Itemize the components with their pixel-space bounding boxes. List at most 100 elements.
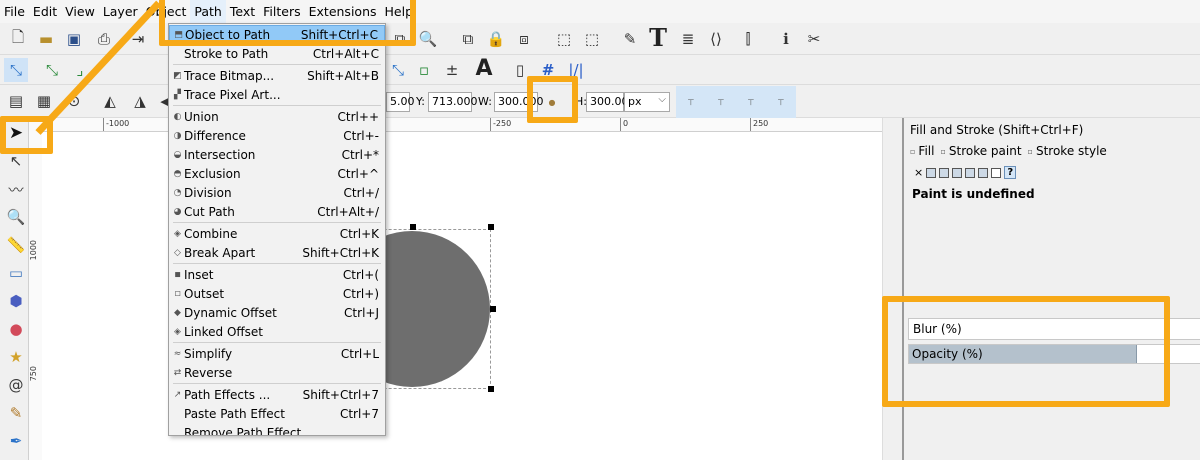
menu-layer[interactable]: Layer — [99, 0, 142, 23]
path-menu-item-label: Intersection — [184, 147, 256, 162]
move-patterns-icon[interactable]: ⊤ — [778, 98, 785, 107]
ruler-v-label: 1000 — [29, 240, 38, 261]
path-menu-item-shortcut: Shift+Alt+B — [307, 68, 379, 83]
rotate-cw-icon[interactable]: ◮ — [128, 89, 152, 113]
path-menu-item[interactable]: ◑ Difference Ctrl+- — [169, 126, 385, 145]
scale-corners-icon[interactable]: ⊤ — [718, 98, 725, 107]
scale-handle-right[interactable] — [490, 306, 496, 312]
path-menu-item[interactable]: Paste Path Effect Ctrl+7 — [169, 404, 385, 423]
save-icon[interactable]: ▣ — [62, 27, 86, 51]
xml-editor-icon[interactable]: ⟨⟩ — [704, 27, 728, 51]
star-tool-icon[interactable]: ★ — [4, 346, 28, 368]
paint-status: Paint is undefined — [912, 187, 1035, 201]
path-menu-item[interactable]: Stroke to Path Ctrl+Alt+C — [169, 44, 385, 63]
transform-options: ⊤ ⊤ ⊤ ⊤ — [676, 86, 796, 118]
path-menu-item[interactable]: ◓ Exclusion Ctrl+^ — [169, 164, 385, 183]
highlight-opacity-blur — [882, 296, 1170, 407]
no-paint-icon[interactable]: × — [914, 166, 923, 179]
tweak-tool-icon[interactable]: 〰 — [4, 178, 28, 200]
ruler-tick — [103, 118, 104, 131]
document-properties-icon[interactable]: ℹ — [774, 27, 798, 51]
rotate-ccw-icon[interactable]: ◭ — [98, 89, 122, 113]
open-folder-icon[interactable]: ▬ — [34, 27, 58, 51]
pencil-tool-icon[interactable]: ✎ — [4, 402, 28, 424]
3d-box-tool-icon[interactable]: ⬢ — [4, 290, 28, 312]
menu-view[interactable]: View — [61, 0, 99, 23]
h-field[interactable]: 300.000 — [586, 92, 636, 112]
menu-file[interactable]: File — [0, 0, 29, 23]
path-menu-item[interactable]: ◒ Intersection Ctrl+* — [169, 145, 385, 164]
spiral-tool-icon[interactable]: @ — [4, 374, 28, 396]
new-document-icon[interactable]: 🗋 — [6, 27, 30, 51]
scale-handle-bottom-right[interactable] — [488, 386, 494, 392]
pattern-icon[interactable] — [978, 167, 989, 178]
preferences-icon[interactable]: ✂ — [802, 27, 826, 51]
tab-fill[interactable]: ▫ Fill — [910, 144, 934, 158]
radial-gradient-icon[interactable] — [952, 167, 963, 178]
path-menu-item[interactable]: ▞ Trace Pixel Art... — [169, 85, 385, 104]
snap-bbox-icon[interactable]: ⤡ — [40, 58, 64, 82]
x-field[interactable]: 5.00 — [386, 92, 415, 112]
tab-stroke-paint[interactable]: ▫ Stroke paint — [940, 144, 1021, 158]
move-gradients-icon[interactable]: ⊤ — [748, 98, 755, 107]
text-font-icon[interactable]: T — [646, 23, 670, 52]
pen-tool-icon[interactable]: ✒ — [4, 430, 28, 452]
fill-stroke-dialog-icon[interactable]: ✎ — [618, 27, 642, 51]
ungroup-icon[interactable]: ⬚ — [580, 27, 604, 51]
canvas-vertical-scrollbar[interactable] — [882, 118, 902, 460]
select-all-icon[interactable]: ▤ — [4, 89, 28, 113]
path-menu-item[interactable]: ◾ Inset Ctrl+( — [169, 265, 385, 284]
snap-text-baseline-icon[interactable]: A — [472, 56, 496, 81]
scale-handle-top[interactable] — [410, 224, 416, 230]
unlink-icon[interactable]: ⧈ — [512, 27, 536, 51]
mesh-gradient-icon[interactable] — [965, 167, 976, 178]
ruler-h-label: 250 — [753, 119, 769, 128]
highlight-lock-button — [527, 76, 578, 123]
path-menu-item[interactable]: ⇄ Reverse — [169, 363, 385, 382]
menu-edit[interactable]: Edit — [29, 0, 61, 23]
path-menu-item[interactable]: ◩ Trace Bitmap... Shift+Alt+B — [169, 66, 385, 85]
path-menu-item[interactable]: ◔ Division Ctrl+/ — [169, 183, 385, 202]
path-menu-item[interactable]: ◽ Outset Ctrl+) — [169, 284, 385, 303]
measure-tool-icon[interactable]: 📏 — [4, 234, 28, 256]
layers-icon[interactable]: ≣ — [676, 27, 700, 51]
ruler-v-label: 750 — [29, 366, 38, 382]
path-menu-item-shortcut: Ctrl++ — [337, 109, 379, 124]
fill-stroke-panel: Fill and Stroke (Shift+Ctrl+F) ▫ Fill ▫ St… — [902, 118, 1200, 460]
unset-paint-icon[interactable]: ? — [1004, 166, 1017, 179]
snap-toggle-icon[interactable]: ⤡ — [4, 58, 28, 82]
snap-rotation-icon[interactable]: ± — [440, 58, 464, 82]
path-menu-item[interactable]: Remove Path Effect — [169, 423, 385, 436]
swatch-icon[interactable] — [991, 167, 1002, 178]
path-menu-item[interactable]: ≈ Simplify Ctrl+L — [169, 344, 385, 363]
path-menu-item[interactable]: ◕ Cut Path Ctrl+Alt+/ — [169, 202, 385, 221]
path-menu-item[interactable]: ↗ Path Effects ... Shift+Ctrl+7 — [169, 385, 385, 404]
path-menu-item-label: Path Effects ... — [184, 387, 271, 402]
clone-icon[interactable]: ⧉ — [456, 27, 480, 51]
zoom-page-icon[interactable]: 🔍 — [416, 27, 440, 51]
zoom-tool-icon[interactable]: 🔍 — [4, 206, 28, 228]
snap-nodes-icon[interactable]: ⤡ — [386, 58, 410, 82]
group-lock-icon[interactable]: 🔒 — [484, 27, 508, 51]
scale-handle-top-right[interactable] — [488, 224, 494, 230]
unit-select[interactable]: px ⌵ — [624, 92, 670, 112]
group-icon[interactable]: ⬚ — [552, 27, 576, 51]
align-distribute-icon[interactable]: ⫿ — [736, 27, 760, 51]
scale-stroke-icon[interactable]: ⊤ — [688, 98, 695, 107]
select-all-layers-icon[interactable]: ▦ — [32, 89, 56, 113]
flat-color-icon[interactable] — [926, 167, 937, 178]
path-menu-item[interactable]: ◐ Union Ctrl++ — [169, 107, 385, 126]
snap-center-icon[interactable]: ▫ — [412, 58, 436, 82]
stroke-paint-tab-icon: ▫ — [940, 146, 946, 156]
y-field[interactable]: 713.000 — [428, 92, 478, 112]
ellipse-tool-icon[interactable]: ● — [4, 318, 28, 340]
path-menu-item[interactable]: ◈ Linked Offset — [169, 322, 385, 341]
path-menu-item[interactable]: ◈ Combine Ctrl+K — [169, 224, 385, 243]
path-menu-item-label: Break Apart — [184, 245, 256, 260]
rectangle-tool-icon[interactable]: ▭ — [4, 262, 28, 284]
linear-gradient-icon[interactable] — [939, 167, 950, 178]
path-menu-item[interactable]: ◇ Break Apart Shift+Ctrl+K — [169, 243, 385, 262]
tab-stroke-style[interactable]: ▫ Stroke style — [1028, 144, 1107, 158]
path-menu-item[interactable]: ◆ Dynamic Offset Ctrl+J — [169, 303, 385, 322]
path-menu-item-label: Dynamic Offset — [184, 305, 277, 320]
